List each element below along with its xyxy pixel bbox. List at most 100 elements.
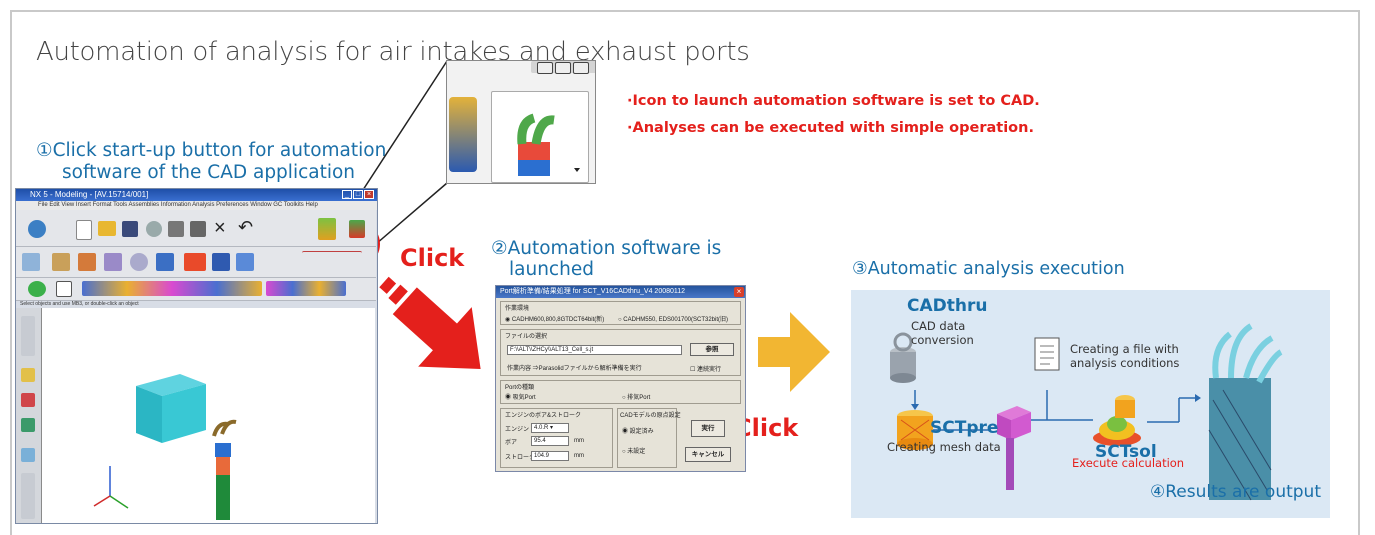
save-icon[interactable] [122,221,138,237]
sctpre-label: SCTpre [930,418,999,438]
sctsol-icon [1093,395,1141,446]
maximize-icon[interactable]: □ [353,190,363,199]
cad-origin-set-label: 設定済み [629,429,654,435]
surface-tools-icons[interactable] [82,281,262,296]
minimize-icon[interactable]: _ [342,190,352,199]
sketch-icon[interactable] [22,253,40,271]
file-desc-line2: analysis conditions [1070,356,1180,370]
engine-select-value: 4.0.R [534,425,549,431]
automation-launch-icon[interactable] [349,220,365,238]
dropdown-icon [574,168,580,172]
cancel-button[interactable]: キャンセル [685,447,731,462]
feature-icon[interactable] [52,253,70,271]
nx-icon[interactable] [184,253,206,271]
file-desc-line1: Creating a file with [1070,342,1179,356]
plane-icon[interactable] [56,281,72,297]
flow-arrow-1 [911,404,919,410]
port-intake-radio[interactable]: ◉ 吸気Port [505,392,536,401]
cadthru-desc-line1: CAD data [911,319,966,333]
work-description: 作業内容 ⇒Parasolidファイルから解析準備を実行 [507,366,642,372]
dialog-close-icon[interactable]: × [734,287,744,297]
boolean-icon[interactable] [156,253,174,271]
cad-origin-unset-radio[interactable]: ○ 未設定 [622,446,645,455]
port-pipes [212,419,237,437]
orange-arrow [758,312,830,392]
stroke-unit: mm [574,453,584,459]
port-intake-label: 吸気Port [512,395,536,401]
blend-icon[interactable] [236,253,254,271]
side-tab-1[interactable] [21,316,35,356]
continuous-checkbox[interactable]: ☐ 連続実行 [690,364,721,373]
icon-base [518,160,550,176]
shell-icon[interactable] [212,253,230,271]
click-label-1: Click [400,244,465,272]
open-icon[interactable] [98,221,116,236]
port-cylinder-top [216,457,230,475]
revolve-icon[interactable] [104,253,122,271]
bore-field[interactable]: 95.4 [531,436,569,446]
edit-tools-icons[interactable] [266,281,346,296]
file-group-label: ファイルの選択 [505,334,548,340]
continuous-label: 連続実行 [697,367,722,373]
web-browser-icon[interactable] [21,448,35,462]
assembly-nav-icon[interactable] [21,368,35,382]
flow-arrow-2 [1195,394,1201,402]
dialog-title-text: Port解析準備/結果処理 for SCT_V16CADthru_V4 2008… [500,288,686,295]
delete-icon[interactable]: × [214,217,226,240]
undo-icon[interactable]: ↶ [238,217,253,238]
part-nav-icon[interactable] [21,393,35,407]
zoom-close-icon [573,62,589,74]
side-tab-2[interactable] [21,473,35,519]
start-icon[interactable] [28,220,46,238]
automation-icon-1[interactable] [318,218,336,240]
env-radio-2[interactable]: ○ CADHM550, EDS001700(SCT32bit(旧) [618,314,728,323]
cadthru-desc: CAD data conversion [911,319,974,347]
file-desc: Creating a file with analysis conditions [1070,342,1179,370]
env-radio-2-label: CADHM550, EDS001700(SCT32bit(旧) [623,317,729,323]
stroke-field[interactable]: 104.9 [531,451,569,461]
history-icon[interactable] [21,418,35,432]
engine-select[interactable]: 4.0.R ▾ [531,423,569,433]
cad-toolbar-3 [16,278,376,301]
new-icon[interactable] [76,220,92,240]
cad-window: NX 5 - Modeling - [AV.15714/001] _ □ × F… [15,188,378,524]
ref-button[interactable]: 参照 [690,343,734,356]
cad-menubar[interactable]: File Edit View Insert Format Tools Assem… [16,201,377,210]
cad-origin-group-label: CADモデルの原点設定 [620,413,681,419]
point-icon[interactable] [28,281,46,297]
hole-icon[interactable] [130,253,148,271]
sctsol-desc: Execute calculation [1072,456,1185,470]
axis-y [109,495,129,509]
paste-icon[interactable] [190,221,206,237]
mesh-model-icon [997,406,1031,490]
automation-dialog: Port解析準備/結果処理 for SCT_V16CADthru_V4 2008… [495,285,746,472]
copy-icon[interactable] [168,221,184,237]
box-front [136,386,162,443]
engine-label: エンジン [505,427,530,433]
bore-label: ボア [505,440,518,446]
file-icon [1034,337,1060,371]
cad-toolbar-2 [16,247,376,278]
cut-icon[interactable] [146,221,162,237]
port-cap [215,443,231,457]
close-icon[interactable]: × [364,190,374,199]
cad-toolbar-1: × ↶ [16,210,376,247]
axis-x [93,495,111,507]
zoom-neighbor-icon [449,97,477,172]
cadthru-desc-line2: conversion [911,333,974,347]
file-path-field[interactable]: F:\\ALT\\ZHCy\\ALT13_Cell_s.jt [507,345,682,355]
curve-tools-icon[interactable] [302,251,362,274]
port-exhaust-radio[interactable]: ○ 排気Port [622,392,650,401]
cad-status: Select objects and use MB3, or double-cl… [20,301,139,307]
zoom-detail [446,60,596,184]
run-button[interactable]: 実行 [691,420,725,437]
cad-title-text: NX 5 - Modeling - [AV.15714/001] [30,190,149,199]
cad-resource-bar [16,308,41,523]
env-radio-1[interactable]: ◉ CADHM600,800,8GTDCT64bit(新) [505,314,604,323]
extrude-icon[interactable] [78,253,96,271]
graphics-window[interactable] [41,308,375,523]
cad-origin-set-radio[interactable]: ◉ 設定済み [622,426,654,435]
env-radio-1-label: CADHM600,800,8GTDCT64bit(新) [511,317,605,323]
cadthru-label: CADthru [907,296,988,316]
zoom-minimize-icon [537,62,553,74]
